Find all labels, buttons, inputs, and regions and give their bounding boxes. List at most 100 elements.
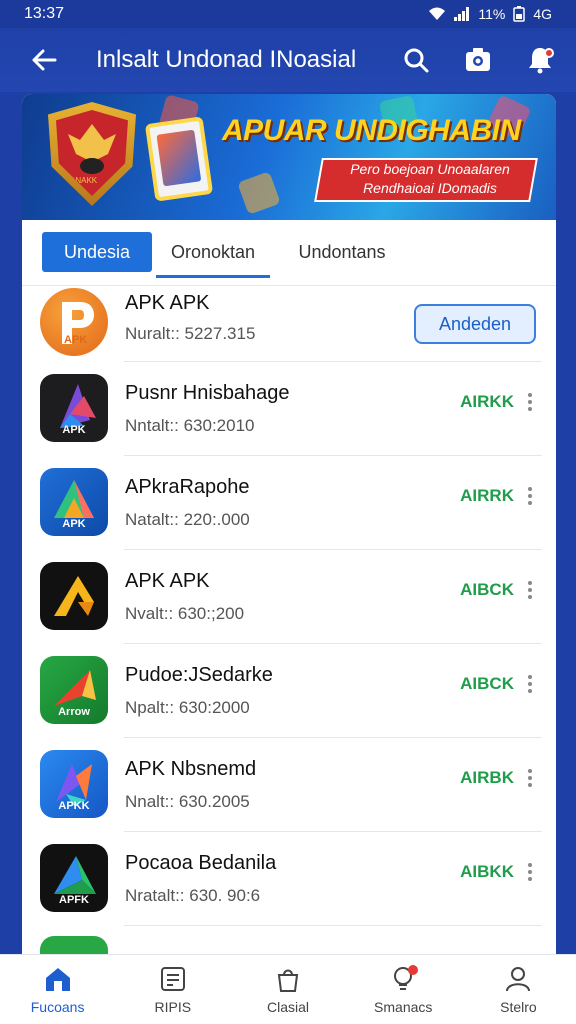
app-icon <box>40 562 108 630</box>
notification-badge <box>544 48 554 58</box>
app-name: Pocaoa Bedanila <box>125 852 277 874</box>
more-options-button[interactable] <box>524 484 536 508</box>
app-icon: APK <box>40 288 108 356</box>
list-item[interactable]: APK APK Nvalt:: 630:;200 AIBCK <box>22 550 556 644</box>
app-status[interactable]: AIRRK <box>460 486 514 506</box>
app-meta: Nvalt:: 630:;200 <box>125 604 245 623</box>
list-item[interactable]: APK APK APK Nuralt:: 5227.315 Andeden <box>22 286 556 362</box>
arrow-left-icon <box>32 49 57 71</box>
signal-icon <box>454 7 470 21</box>
more-options-button[interactable] <box>524 578 536 602</box>
more-vert-icon <box>528 400 532 404</box>
more-vert-icon <box>528 776 532 780</box>
app-icon: APKK <box>40 750 108 818</box>
person-icon <box>506 967 531 992</box>
app-icon: APK <box>40 468 108 536</box>
app-bar: Inlsalt Undonad INoasial <box>0 28 576 92</box>
tab-oronoktan[interactable]: Oronoktan <box>156 232 270 278</box>
nav-label: Stelro <box>500 999 537 1015</box>
app-icon-label: APKK <box>58 800 90 812</box>
list-item[interactable]: APKK APK Nbsnemd Nnalt:: 630.2005 AIRBK <box>22 738 556 832</box>
app-meta: Npalt:: 630:2000 <box>125 698 250 717</box>
app-name: APK Nbsnemd <box>125 758 257 780</box>
app-status[interactable]: AIRKK <box>460 392 514 412</box>
bag-icon <box>277 969 299 992</box>
app-name: APK APK <box>125 570 210 592</box>
more-options-button[interactable] <box>524 766 536 790</box>
app-meta: Nntalt:: 630:2010 <box>125 416 255 435</box>
camera-icon <box>466 48 490 71</box>
app-meta: Nuralt:: 5227.315 <box>125 324 256 343</box>
search-button[interactable] <box>398 42 434 78</box>
camera-button[interactable] <box>460 42 496 78</box>
install-button[interactable]: Andeden <box>414 304 536 344</box>
battery-percent: 11% <box>478 6 506 22</box>
more-options-button[interactable] <box>524 390 536 414</box>
app-icon <box>40 936 108 954</box>
battery-icon <box>513 6 526 22</box>
app-icon-label: Arrow <box>58 706 90 718</box>
status-bar: 13:37 11% 4G <box>0 0 576 28</box>
network-type: 4G <box>533 6 552 22</box>
nav-item-bulb[interactable]: Smanacs <box>346 955 461 1024</box>
app-icon: APK <box>40 374 108 442</box>
more-vert-icon <box>528 682 532 686</box>
app-icon-label: APK <box>62 424 86 436</box>
search-icon <box>404 48 429 73</box>
arrow-logo-icon <box>54 576 94 616</box>
tab-undontans[interactable]: Undontans <box>282 232 402 272</box>
status-icons: 11% 4G <box>428 6 552 22</box>
app-icon: Arrow <box>40 656 108 724</box>
more-options-button[interactable] <box>524 672 536 696</box>
app-status[interactable]: AIBCK <box>460 580 514 600</box>
app-meta: Natalt:: 220:.000 <box>125 510 250 529</box>
notifications-button[interactable] <box>522 42 558 78</box>
app-icon-label: APFK <box>59 894 89 906</box>
promo-banner[interactable]: ANAKK APUAR UNDIGHABIN Pero boejoan Unoa… <box>22 94 556 220</box>
app-icon: APFK <box>40 844 108 912</box>
nav-label: Smanacs <box>374 999 433 1015</box>
list-item[interactable]: Arrow Pudoe:JSedarke Npalt:: 630:2000 AI… <box>22 644 556 738</box>
notification-badge <box>407 965 418 975</box>
list-item[interactable]: APK APkraRapohe Natalt:: 220:.000 AIRRK <box>22 456 556 550</box>
nav-item-profile[interactable]: Stelro <box>461 955 576 1024</box>
bottom-nav: Fucoans RIPIS Clasial Smanacs Stelro <box>0 954 576 1024</box>
list-item[interactable]: APK Pusnr Hnisbahage Nntalt:: 630:2010 A… <box>22 362 556 456</box>
tab-bar: Undesia Oronoktan Undontans <box>22 220 556 286</box>
wifi-icon <box>429 7 446 20</box>
app-meta: Nnalt:: 630.2005 <box>125 792 250 811</box>
banner-headline: APUAR UNDIGHABIN <box>222 114 521 147</box>
more-vert-icon <box>528 588 532 592</box>
page-title: Inlsalt Undonad INoasial <box>96 46 357 73</box>
app-icon-label: APK <box>62 518 86 530</box>
more-vert-icon <box>528 494 532 498</box>
banner-tile <box>237 171 281 215</box>
status-time: 13:37 <box>24 5 65 22</box>
nav-item-list[interactable]: RIPIS <box>115 955 230 1024</box>
home-icon <box>45 968 70 991</box>
more-vert-icon <box>528 870 532 874</box>
nav-label: Fucoans <box>30 999 85 1015</box>
back-button[interactable] <box>24 40 64 80</box>
app-name: APK APK <box>125 292 210 314</box>
app-status[interactable]: AIBKK <box>460 862 514 882</box>
list-item[interactable]: APFK Pocaoa Bedanila Nratalt:: 630. 90:6… <box>22 832 556 926</box>
app-meta: Nratalt:: 630. 90:6 <box>125 886 261 905</box>
app-name: APkraRapohe <box>125 476 250 498</box>
nav-label: Clasial <box>267 999 310 1015</box>
tab-undesia[interactable]: Undesia <box>42 232 152 272</box>
nav-item-bag[interactable]: Clasial <box>230 955 345 1024</box>
phone-illustration <box>144 116 214 202</box>
app-icon-label: APK <box>64 334 88 346</box>
app-name: Pudoe:JSedarke <box>125 664 273 686</box>
app-name: Pusnr Hnisbahage <box>125 382 290 404</box>
emblem-shield-inner: ANAKK <box>56 110 128 196</box>
app-status[interactable]: AIBCK <box>460 674 514 694</box>
app-status[interactable]: AIRBK <box>460 768 514 788</box>
list-item[interactable] <box>22 926 556 954</box>
list-icon <box>160 967 185 991</box>
nav-label: RIPIS <box>154 999 192 1015</box>
nav-item-home[interactable]: Fucoans <box>0 955 115 1024</box>
main-card: ANAKK APUAR UNDIGHABIN Pero boejoan Unoa… <box>22 94 556 954</box>
more-options-button[interactable] <box>524 860 536 884</box>
